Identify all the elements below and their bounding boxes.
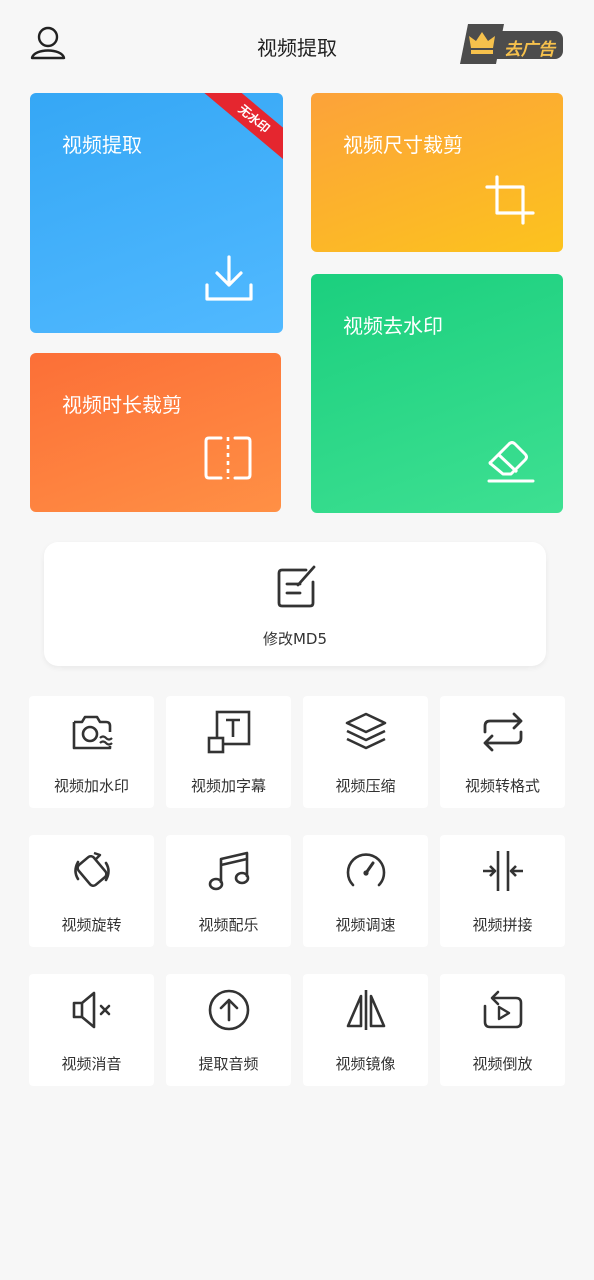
eraser-icon [487,441,535,483]
modify-md5-card[interactable]: 修改MD5 [44,542,546,666]
speedometer-icon [346,853,386,887]
reverse-play-icon [483,990,523,1029]
remove-watermark-card[interactable]: 视频去水印 [311,274,563,513]
tool-add-subtitle[interactable]: 视频加字幕 [166,696,291,808]
tool-mirror[interactable]: 视频镜像 [303,974,428,1086]
layers-icon [345,712,387,750]
camera-watermark-icon [72,715,113,750]
rotate-icon [74,851,110,888]
split-icon [204,436,252,480]
mute-icon [72,991,111,1029]
tool-label: 提取音频 [198,1055,259,1073]
tool-convert-format[interactable]: 视频转格式 [440,696,565,808]
repeat-icon [483,712,523,752]
tool-label: 视频加字幕 [190,777,266,795]
video-duration-crop-card[interactable]: 视频时长裁剪 [30,353,281,512]
tool-compress[interactable]: 视频压缩 [303,696,428,808]
tool-reverse[interactable]: 视频倒放 [440,974,565,1086]
remove-ads-button[interactable]: 去广告 [460,24,564,64]
download-icon [205,255,253,301]
mirror-icon [346,990,386,1030]
tool-label: 视频加水印 [53,777,129,795]
tool-label: 视频压缩 [335,777,396,795]
tool-label: 视频配乐 [198,916,259,934]
card-title: 视频去水印 [343,314,443,338]
video-size-crop-card[interactable]: 视频尺寸裁剪 [311,93,563,252]
tool-label: 视频调速 [335,916,396,934]
tool-label: 视频倒放 [472,1055,533,1073]
tool-label: 视频拼接 [472,916,533,934]
tool-mute[interactable]: 视频消音 [29,974,154,1086]
md5-label: 修改MD5 [262,630,328,648]
video-extract-card[interactable]: 无水印 视频提取 [30,93,283,333]
tool-speed[interactable]: 视频调速 [303,835,428,947]
crown-icon [460,24,504,64]
tool-add-watermark[interactable]: 视频加水印 [29,696,154,808]
tool-rotate[interactable]: 视频旋转 [29,835,154,947]
tool-merge[interactable]: 视频拼接 [440,835,565,947]
edit-icon [277,565,316,608]
card-title: 视频尺寸裁剪 [343,133,463,157]
tool-extract-audio[interactable]: 提取音频 [166,974,291,1086]
card-title: 视频时长裁剪 [62,393,182,417]
subtitle-icon [207,710,251,754]
header: 视频提取 去广告 [0,0,594,90]
music-icon [208,851,250,891]
tool-label: 视频转格式 [464,777,540,795]
merge-icon [483,851,523,891]
tool-label: 视频消音 [61,1055,122,1073]
tool-add-music[interactable]: 视频配乐 [166,835,291,947]
no-watermark-badge: 无水印 [204,93,283,164]
upload-circle-icon [208,989,250,1031]
card-title: 视频提取 [62,133,142,157]
tool-label: 视频镜像 [335,1055,396,1073]
crop-icon [485,175,535,225]
tool-label: 视频旋转 [61,916,122,934]
ad-label: 去广告 [504,40,555,60]
